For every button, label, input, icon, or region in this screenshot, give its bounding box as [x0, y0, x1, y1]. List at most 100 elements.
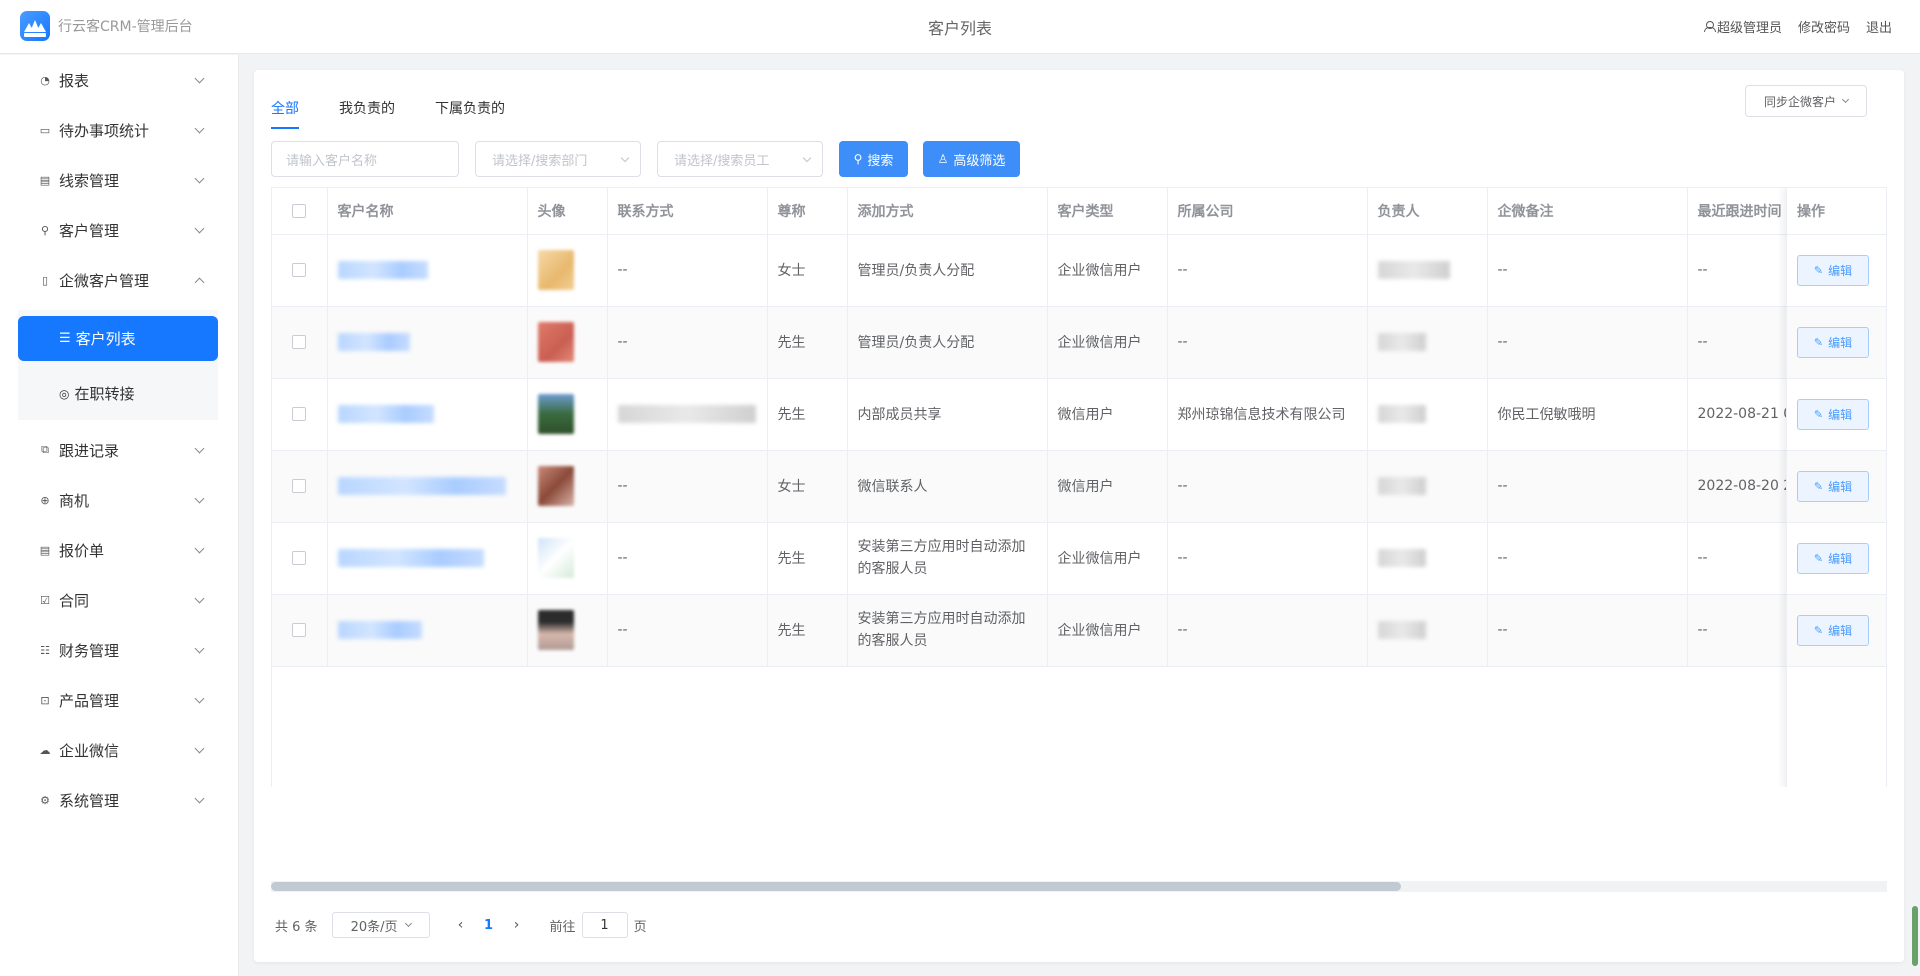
page-size-label: 20条/页 — [350, 919, 398, 935]
chat-icon: ▭ — [39, 123, 51, 137]
sidebar-item-opportunities[interactable]: ⊕ 商机 — [0, 480, 239, 520]
table-row: -- 先生 安装第三方应用时自动添加的客服人员 企业微信用户 -- -- -- — [272, 522, 1886, 595]
logout-link[interactable]: 退出 — [1866, 17, 1892, 36]
pencil-icon: ✎ — [1813, 624, 1824, 637]
customer-name-blurred[interactable] — [337, 261, 428, 279]
customer-name-blurred[interactable] — [337, 477, 506, 495]
pencil-icon: ✎ — [1813, 480, 1824, 493]
pencil-icon: ✎ — [1813, 336, 1824, 349]
company-cell: -- — [1167, 594, 1368, 667]
database-icon: ☷ — [40, 643, 50, 657]
select-all-checkbox[interactable] — [292, 203, 307, 218]
sidebar-item-label: 商机 — [59, 491, 90, 510]
tab-bar: 全部 我负责的 下属负责的 — [271, 98, 545, 129]
sidebar: ◔ 报表 ▭ 待办事项统计 ▤ 线索管理 ⚲ 客户管理 ▯ 企微客户管理 ☰ 客户列表 ◎ 在… — [0, 55, 239, 976]
sidebar-item-finance[interactable]: ☷ 财务管理 — [0, 630, 239, 670]
user-icon — [1703, 21, 1716, 32]
row-checkbox[interactable] — [292, 623, 307, 637]
goto-page-input[interactable]: 1 — [581, 912, 628, 938]
sidebar-item-clues[interactable]: ▤ 线索管理 — [0, 160, 239, 200]
avatar — [537, 250, 574, 290]
prev-page-button[interactable]: ‹ — [448, 912, 474, 938]
customer-type-cell: 企业微信用户 — [1047, 522, 1168, 595]
chevron-down-icon — [194, 443, 205, 454]
page-number[interactable]: 1 — [474, 918, 504, 933]
column-header: 企微备注 — [1487, 188, 1688, 235]
sidebar-item-followups[interactable]: ⧉ 跟进记录 — [0, 430, 239, 470]
title-cell: 先生 — [767, 306, 848, 379]
vertical-scrollbar[interactable] — [1912, 906, 1918, 966]
customer-name-blurred[interactable] — [337, 621, 422, 639]
advanced-filter-button[interactable]: ♙ 高级筛选 — [923, 141, 1020, 177]
phone-icon: ▯ — [41, 273, 49, 287]
sidebar-item-label: 产品管理 — [59, 691, 120, 710]
add-method-cell: 管理员/负责人分配 — [847, 306, 1048, 379]
edit-button[interactable]: ✎ 编辑 — [1797, 255, 1869, 286]
edit-label: 编辑 — [1828, 336, 1853, 350]
sidebar-item-label: 客户管理 — [59, 221, 120, 240]
remark-cell: -- — [1487, 594, 1688, 667]
row-checkbox[interactable] — [292, 263, 307, 277]
pencil-icon: ✎ — [1813, 264, 1824, 277]
sidebar-item-todo[interactable]: ▭ 待办事项统计 — [0, 110, 239, 150]
sidebar-item-system[interactable]: ⚙ 系统管理 — [0, 780, 239, 820]
avatar — [537, 322, 574, 362]
horizontal-scrollbar[interactable] — [271, 881, 1887, 892]
user-menu[interactable]: 超级管理员 — [1703, 17, 1782, 36]
customer-name-input[interactable]: 请输入客户名称 — [271, 141, 459, 177]
customer-name-blurred[interactable] — [337, 405, 434, 423]
department-select[interactable]: 请选择/搜索部门 — [475, 141, 641, 177]
edit-button[interactable]: ✎ 编辑 — [1797, 327, 1869, 358]
edit-button[interactable]: ✎ 编辑 — [1797, 543, 1869, 574]
remark-cell: -- — [1487, 306, 1688, 379]
title-cell: 女士 — [767, 450, 848, 523]
page-size-select[interactable]: 20条/页 — [331, 912, 430, 938]
contact-cell: -- — [607, 522, 768, 595]
tab-all[interactable]: 全部 — [271, 98, 299, 129]
column-header-actions: 操作 — [1787, 188, 1886, 235]
scrollbar-thumb[interactable] — [271, 882, 1401, 891]
sidebar-item-reports[interactable]: ◔ 报表 — [0, 60, 239, 100]
row-checkbox[interactable] — [292, 335, 307, 349]
customer-name-blurred[interactable] — [337, 549, 484, 567]
sidebar-item-quotes[interactable]: ▤ 报价单 — [0, 530, 239, 570]
sidebar-subitem-transfer[interactable]: ◎ 在职转接 — [18, 371, 218, 416]
edit-button[interactable]: ✎ 编辑 — [1797, 471, 1869, 502]
add-method-cell: 管理员/负责人分配 — [847, 234, 1048, 307]
transfer-icon: ◎ — [59, 386, 70, 401]
sidebar-item-label: 线索管理 — [59, 171, 120, 190]
sidebar-subitem-customer-list[interactable]: ☰ 客户列表 — [18, 316, 218, 361]
search-button[interactable]: ⚲ 搜索 — [839, 141, 908, 177]
chevron-down-icon — [194, 543, 205, 554]
sidebar-item-label: 企业微信 — [59, 741, 120, 760]
change-password-link[interactable]: 修改密码 — [1798, 17, 1850, 36]
clue-icon: ▤ — [39, 173, 51, 187]
sidebar-item-wecom[interactable]: ☁ 企业微信 — [0, 730, 239, 770]
sidebar-item-wecom-customers[interactable]: ▯ 企微客户管理 — [0, 260, 239, 300]
contact-cell: -- — [607, 234, 768, 307]
sidebar-item-contracts[interactable]: ☑ 合同 — [0, 580, 239, 620]
avatar — [537, 394, 574, 434]
next-page-button[interactable]: › — [504, 912, 530, 938]
customer-type-cell: 企业微信用户 — [1047, 306, 1168, 379]
sync-wecom-customers-button[interactable]: 同步企微客户 — [1745, 85, 1867, 117]
customer-table: 客户名称 头像 联系方式 尊称 添加方式 客户类型 所属公司 负责人 企微备注 … — [271, 187, 1887, 787]
chevron-down-icon — [194, 643, 205, 654]
sidebar-item-label: 待办事项统计 — [59, 121, 150, 140]
customer-name-blurred[interactable] — [337, 333, 410, 351]
column-header: 联系方式 — [607, 188, 768, 235]
edit-button[interactable]: ✎ 编辑 — [1797, 615, 1869, 646]
tab-subordinates[interactable]: 下属负责的 — [435, 98, 505, 129]
sidebar-item-customers[interactable]: ⚲ 客户管理 — [0, 210, 239, 250]
staff-select[interactable]: 请选择/搜索员工 — [657, 141, 823, 177]
row-checkbox[interactable] — [292, 551, 307, 565]
sidebar-subitem-label: 客户列表 — [75, 330, 136, 348]
sidebar-item-label: 跟进记录 — [59, 441, 120, 460]
tab-mine[interactable]: 我负责的 — [339, 98, 395, 129]
sidebar-item-products[interactable]: ⊡ 产品管理 — [0, 680, 239, 720]
sidebar-item-label: 报价单 — [59, 541, 105, 560]
chevron-down-icon — [194, 743, 205, 754]
edit-button[interactable]: ✎ 编辑 — [1797, 399, 1869, 430]
row-checkbox[interactable] — [292, 479, 307, 493]
row-checkbox[interactable] — [292, 407, 307, 421]
